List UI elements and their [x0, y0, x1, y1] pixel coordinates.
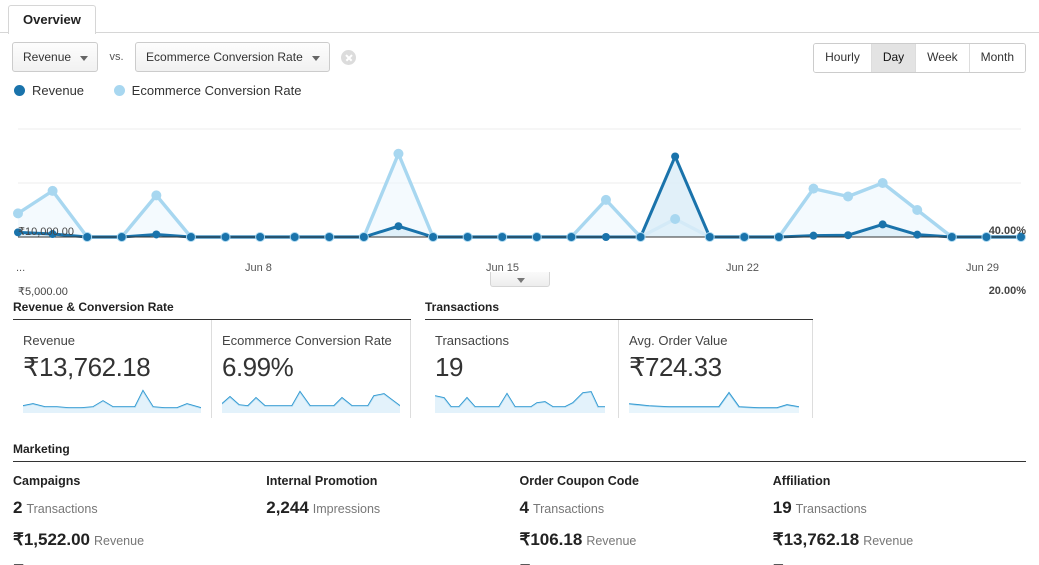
- chart-legend: Revenue Ecommerce Conversion Rate: [0, 81, 1039, 107]
- marketing-title: Marketing: [13, 442, 1026, 462]
- marketing-metric-row: ₹1,522.00 Revenue: [13, 530, 266, 550]
- y-axis-tick-10000: ₹10,000.00: [18, 226, 74, 238]
- card-value: 6.99%: [222, 352, 294, 382]
- marketing-column-internal-promotion: Internal Promotion 2,244 Impressions: [266, 474, 519, 565]
- tab-overview[interactable]: Overview: [8, 5, 96, 34]
- marketing-metric-value: ₹1,522.00: [13, 530, 90, 549]
- marketing-metric-row: 4 Transactions: [520, 498, 773, 518]
- x-tick-jun-22: Jun 22: [726, 262, 760, 274]
- marketing-section: Marketing Campaigns 2 Transactions ₹1,522.0…: [0, 418, 1039, 565]
- primary-metric-dropdown[interactable]: Revenue: [12, 42, 99, 72]
- x-tick-jun-29: Jun 29: [966, 262, 1000, 274]
- y2-axis-tick-40: 40.00%: [988, 225, 1026, 237]
- clear-circle-icon[interactable]: [341, 49, 357, 65]
- card-label: Ecommerce Conversion Rate: [222, 333, 392, 348]
- secondary-metric-label: Ecommerce Conversion Rate: [146, 50, 303, 64]
- x-tick-jun-8: Jun 8: [245, 262, 272, 274]
- marketing-metric-row: ₹13,762.18 Revenue: [773, 530, 1026, 550]
- marketing-column-title: Order Coupon Code: [519, 474, 639, 488]
- y2-axis-tick-20: 20.00%: [988, 285, 1026, 297]
- marketing-columns: Campaigns2Transactions₹1,522.00Revenue₹7…: [13, 462, 1026, 565]
- legend-item-revenue[interactable]: Revenue: [14, 83, 84, 98]
- marketing-metric-unit: Revenue: [863, 534, 914, 548]
- marketing-metric-value: 4: [519, 498, 529, 517]
- card-label: Avg. Order Value: [629, 333, 728, 348]
- legend-label-revenue: Revenue: [32, 83, 85, 98]
- legend-item-conversion-rate[interactable]: Ecommerce Conversion Rate: [113, 83, 302, 98]
- primary-metric-label: Revenue: [23, 50, 72, 64]
- marketing-metric-value: ₹106.18: [519, 530, 583, 549]
- marketing-metric-row: 2,244 Impressions: [266, 498, 519, 518]
- panel-title: Revenue & Conversion Rate: [13, 300, 411, 320]
- metric-selector-row: Revenue vs. Ecommerce Conversion Rate Ho…: [0, 33, 1039, 81]
- period-switcher: Hourly Day Week Month: [813, 43, 1026, 73]
- chart-canvas: [13, 128, 1026, 242]
- chevron-down-icon: [311, 56, 320, 61]
- revenue-sparkline: [22, 387, 211, 418]
- period-option-hourly[interactable]: Hourly: [814, 44, 872, 72]
- y-axis-tick-5000: ₹5,000.00: [18, 286, 68, 298]
- vs-label: vs.: [109, 51, 124, 63]
- period-option-day[interactable]: Day: [871, 44, 917, 72]
- summary-panels: Revenue & Conversion Rate Revenue ₹13,76…: [0, 278, 1039, 418]
- collapse-chart-button[interactable]: [489, 272, 550, 287]
- marketing-column-title: Internal Promotion: [266, 474, 378, 488]
- marketing-metric-row: 2 Transactions: [13, 498, 266, 518]
- card-value: 19: [435, 352, 463, 382]
- marketing-metric-unit: Revenue: [94, 534, 145, 548]
- conversion-rate-sparkline: [221, 387, 410, 418]
- legend-swatch-icon: [14, 85, 25, 96]
- marketing-metric-unit: Transactions: [26, 502, 98, 516]
- card-revenue[interactable]: Revenue ₹13,762.18: [13, 320, 212, 418]
- card-value: ₹724.33: [629, 352, 722, 382]
- legend-label-conversion-rate: Ecommerce Conversion Rate: [131, 83, 302, 98]
- card-avg-order-value[interactable]: Avg. Order Value ₹724.33: [619, 320, 813, 418]
- marketing-metric-value: 19: [772, 498, 792, 517]
- panel-title: Transactions: [425, 300, 813, 320]
- marketing-metric-unit: Impressions: [312, 502, 381, 516]
- marketing-metric-value: ₹13,762.18: [772, 530, 860, 549]
- marketing-metric-unit: Revenue: [586, 534, 637, 548]
- transactions-sparkline: [434, 387, 618, 418]
- card-label: Revenue: [23, 333, 76, 348]
- period-option-month[interactable]: Month: [969, 44, 1025, 72]
- card-conversion-rate[interactable]: Ecommerce Conversion Rate 6.99%: [212, 320, 411, 418]
- main-chart[interactable]: ₹10,000.00 ₹5,000.00 40.00% 20.00%: [0, 107, 1039, 298]
- marketing-metric-unit: Transactions: [532, 502, 605, 516]
- tab-strip: Overview: [0, 0, 1039, 34]
- period-option-week[interactable]: Week: [916, 44, 970, 72]
- marketing-metric-value: 2: [13, 498, 23, 517]
- panel-transactions: Transactions Transactions 19 Avg. Order …: [425, 300, 813, 418]
- x-tick-start: ...: [16, 262, 26, 274]
- marketing-metric-row: 19 Transactions: [773, 498, 1026, 518]
- card-transactions[interactable]: Transactions 19: [425, 320, 619, 418]
- legend-swatch-icon: [113, 85, 125, 96]
- marketing-column-title: Campaigns: [13, 474, 81, 488]
- marketing-column-campaigns: Campaigns2Transactions₹1,522.00Revenue₹7…: [13, 474, 266, 565]
- marketing-column-affiliation: Affiliation 19 Transactions ₹13,762.18 Reven…: [773, 474, 1026, 565]
- card-label: Transactions: [435, 333, 509, 348]
- marketing-metric-row: ₹106.18 Revenue: [520, 530, 773, 550]
- marketing-metric-unit: Transactions: [795, 502, 867, 516]
- marketing-column-order-coupon-code: Order Coupon Code 4 Transactions ₹106.18 Rev…: [520, 474, 773, 565]
- card-value: ₹13,762.18: [23, 352, 151, 382]
- marketing-metric-value: 2,244: [266, 498, 309, 517]
- chevron-down-icon: [80, 56, 89, 61]
- avg-order-value-sparkline: [628, 387, 812, 418]
- marketing-column-title: Affiliation: [772, 474, 831, 488]
- x-axis-labels: ... Jun 8 Jun 15 Jun 22 Jun 29: [0, 262, 1039, 287]
- panel-revenue-conversion: Revenue & Conversion Rate Revenue ₹13,76…: [13, 300, 411, 418]
- secondary-metric-dropdown[interactable]: Ecommerce Conversion Rate: [135, 42, 330, 72]
